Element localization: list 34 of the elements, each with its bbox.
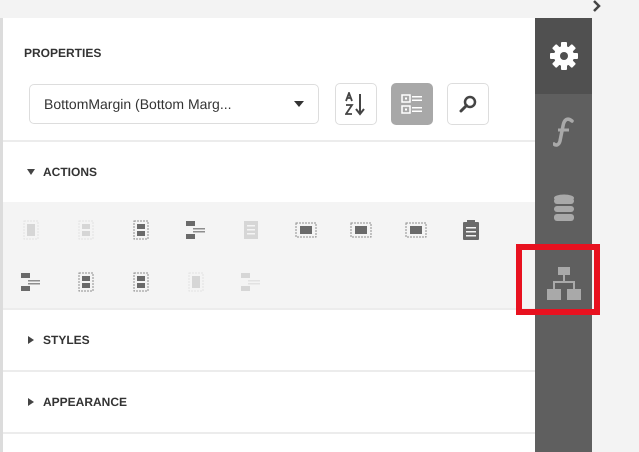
chevron-right-icon[interactable] (592, 0, 602, 12)
frame-icon (22, 220, 38, 240)
triangle-right-icon (27, 336, 35, 344)
sort-icon (345, 92, 367, 116)
section-header[interactable]: ACTIONS (3, 142, 535, 202)
panel-title: PROPERTIES (23, 45, 102, 62)
sidebar-tab[interactable] (535, 18, 592, 94)
categories-icon (401, 94, 423, 114)
frame-icon (294, 222, 316, 238)
document-icon (244, 221, 258, 239)
section-header[interactable]: APPEARANCE (3, 372, 535, 432)
search-button[interactable] (447, 83, 489, 125)
frame-icon (78, 272, 94, 292)
section-header[interactable]: STYLES (3, 310, 535, 370)
caret-icon (294, 101, 304, 107)
triangle-right-icon (27, 398, 35, 406)
align-icon (186, 221, 206, 239)
align-icon (240, 273, 260, 291)
database-icon (552, 194, 574, 222)
frame-icon (78, 220, 94, 240)
component-dropdown[interactable]: BottomMargin (Bottom Marg... (29, 84, 319, 124)
clipboard-icon (462, 220, 478, 240)
frame-icon (132, 272, 148, 292)
function-icon (552, 117, 574, 147)
align-icon (20, 273, 40, 291)
sort-button[interactable] (335, 83, 377, 125)
frame-icon (350, 222, 372, 238)
frame-icon (404, 222, 426, 238)
settings-icon (548, 40, 580, 72)
frame-icon (188, 272, 204, 292)
triangle-down-icon (27, 168, 35, 176)
search-icon (459, 95, 477, 113)
frame-icon (132, 220, 148, 240)
hierarchy-icon (546, 266, 582, 302)
